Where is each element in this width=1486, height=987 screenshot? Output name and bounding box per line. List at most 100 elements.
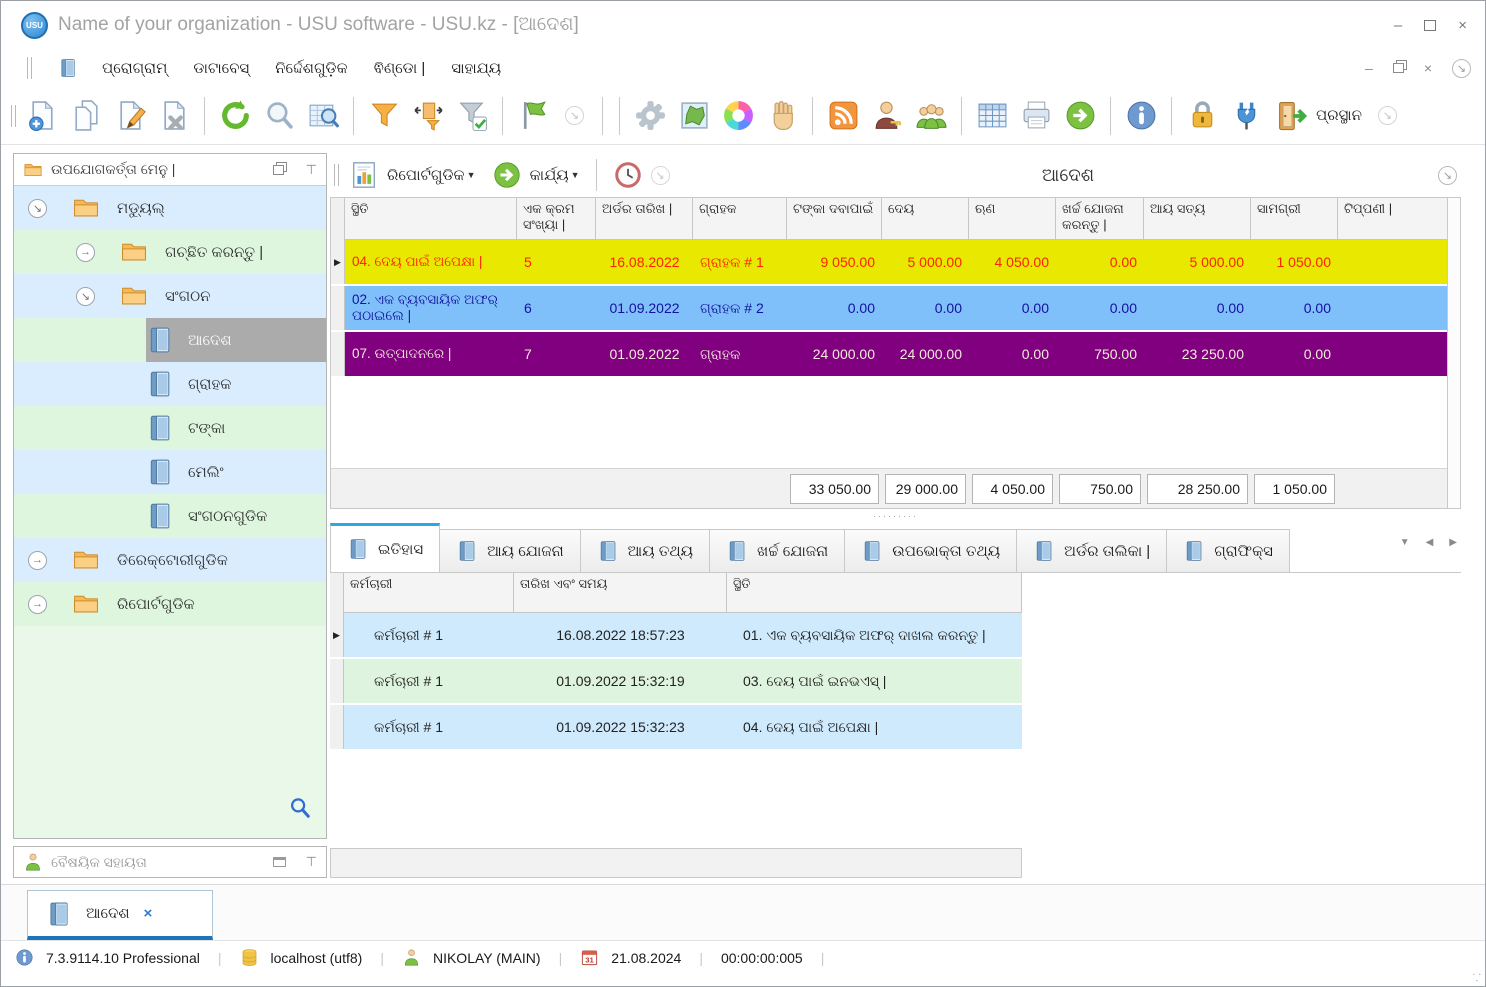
collapse-icon[interactable]: ↘ [76, 286, 95, 306]
collapse-icon[interactable]: ↘ [28, 198, 47, 218]
orders-cell[interactable]: 04. ଦେୟ ପାଇଁ ଅପେକ୍ଷା | [345, 240, 517, 284]
orders-cell[interactable]: 0.00 [1251, 286, 1338, 330]
menu-item-4[interactable]: ସାହାଯ୍ୟ [451, 60, 501, 77]
orders-cell[interactable]: 1 050.00 [1251, 240, 1338, 284]
history-row-1[interactable]: କର୍ମଚାରୀ # 1 01.09.2022 15:32:19 03. ଦେୟ ପ… [330, 659, 1461, 705]
info-button[interactable] [1121, 94, 1161, 138]
history-cell[interactable]: 01.09.2022 15:32:23 [514, 705, 727, 749]
actions-go-icon[interactable] [492, 160, 522, 190]
support-panel[interactable]: ବୈଷୟିକ ସହାୟତା ⊤ [13, 846, 327, 878]
history-col-header-0[interactable]: କର୍ମଚାରୀ [344, 573, 514, 613]
orders-col-header-10[interactable]: ଟିପ୍ପଣୀ | [1338, 198, 1448, 240]
expand-icon[interactable]: → [76, 242, 95, 262]
orders-col-header-0[interactable]: ସ୍ଥିତି [345, 198, 517, 240]
refresh-button[interactable] [215, 94, 255, 138]
mdi-restore-button[interactable] [1392, 63, 1404, 73]
history-row-2[interactable]: କର୍ମଚାରୀ # 1 01.09.2022 15:32:23 04. ଦେୟ ପ… [330, 705, 1461, 751]
page-tab-orders[interactable]: ଆଦେଶ × [27, 890, 213, 940]
support-window-icon[interactable] [272, 857, 286, 867]
timer-clock-icon[interactable] [613, 160, 643, 190]
hand-button[interactable] [762, 94, 802, 138]
menubar-drag-handle[interactable] [27, 57, 32, 79]
orders-cell[interactable]: 5 000.00 [882, 240, 969, 284]
orders-cell[interactable]: 0.00 [969, 286, 1056, 330]
history-col-header-1[interactable]: ତାରିଖ ଏବଂ ସମୟ [514, 573, 727, 613]
orders-cell[interactable]: 24 000.00 [882, 332, 969, 376]
orders-cell[interactable]: 4 050.00 [969, 240, 1056, 284]
orders-col-header-3[interactable]: ଗ୍ରାହକ [693, 198, 787, 240]
orders-cell[interactable]: 01.09.2022 [596, 332, 693, 376]
tree-item-4[interactable]: ଗ୍ରାହକ [14, 362, 326, 406]
panel-splitter[interactable]: ········· [330, 509, 1461, 523]
actions-dropdown[interactable]: କାର୍ଯ୍ୟ ▼ [530, 167, 580, 184]
orders-cell[interactable]: 07. ଉତ୍ପାଦନରେ | [345, 332, 517, 376]
detail-tab-3[interactable]: ଖର୍ଚ୍ଚ ଯୋଜନା [709, 529, 846, 572]
window-maximize-button[interactable] [1424, 19, 1437, 31]
doc-edit-button[interactable] [110, 94, 150, 138]
orders-col-header-6[interactable]: ଋଣ [969, 198, 1056, 240]
orders-cell[interactable]: 02. ଏକ ବ୍ୟବସାୟିକ ଅଫର୍ ପଠାଇଲେ | [345, 286, 517, 330]
orders-col-header-7[interactable]: ଖର୍ଚ୍ଚ ଯୋଜନା କରନ୍ତୁ | [1056, 198, 1144, 240]
orders-cell[interactable]: 0.00 [1056, 240, 1144, 284]
page-tab-close-icon[interactable]: × [144, 905, 153, 922]
doc-add-button[interactable] [22, 94, 62, 138]
toolbar-collapse-icon[interactable]: ↘ [650, 165, 670, 185]
tabs-scroll-left-icon[interactable]: ◀ [1426, 537, 1434, 548]
orders-cell[interactable]: ଗ୍ରାହକ # 1 [693, 240, 787, 284]
printer-button[interactable] [1016, 94, 1056, 138]
doc-copy-button[interactable] [66, 94, 106, 138]
orders-cell[interactable]: 9 050.00 [787, 240, 882, 284]
orders-cell[interactable]: 01.09.2022 [596, 286, 693, 330]
info-icon[interactable] [15, 948, 34, 967]
plug-button[interactable] [1226, 94, 1266, 138]
history-cell[interactable]: କର୍ମଚାରୀ # 1 [344, 659, 514, 703]
menu-item-0[interactable]: ପ୍ରୋଗ୍ରାମ୍ [102, 60, 167, 77]
orders-cell[interactable] [1338, 240, 1448, 284]
window-close-button[interactable]: × [1458, 17, 1467, 34]
toolbar-overflow-icon[interactable]: ↘ [1377, 106, 1397, 125]
orders-cell[interactable]: 24 000.00 [787, 332, 882, 376]
exit-button[interactable]: ପ୍ରସ୍ଥାନ [1270, 98, 1366, 134]
tree-item-9[interactable]: → ରିପୋର୍ଟଗୁଡିକ [14, 582, 326, 626]
toolbar-overflow-icon[interactable]: ↘ [565, 106, 584, 125]
orders-cell[interactable]: 7 [517, 332, 596, 376]
lock-button[interactable] [1182, 94, 1222, 138]
orders-cell[interactable]: 0.00 [1144, 286, 1251, 330]
orders-cell[interactable]: 16.08.2022 [596, 240, 693, 284]
orders-cell[interactable]: ଗ୍ରାହକ # 2 [693, 286, 787, 330]
filter-button[interactable] [364, 94, 404, 138]
detail-tab-6[interactable]: ଗ୍ରାଫିକ୍ସ [1166, 529, 1290, 572]
expand-icon[interactable]: → [28, 550, 47, 570]
palette-button[interactable] [718, 94, 758, 138]
table-search-button[interactable] [303, 94, 343, 138]
orders-cell[interactable]: 0.00 [882, 286, 969, 330]
tree-item-2[interactable]: ↘ ସଂଗଠନ [14, 274, 326, 318]
window-minimize-button[interactable]: – [1394, 17, 1402, 34]
tree-item-1[interactable]: → ଗଚ୍ଛିତ କରନ୍ତୁ | [14, 230, 326, 274]
users-button[interactable] [911, 94, 951, 138]
mdi-minimize-button[interactable]: – [1365, 60, 1373, 76]
orders-cell[interactable]: 0.00 [1056, 286, 1144, 330]
orders-col-header-8[interactable]: ଆୟ ସତ୍ୟ [1144, 198, 1251, 240]
detail-tab-2[interactable]: ଆୟ ତଥ୍ୟ [579, 529, 711, 572]
orders-cell[interactable]: 5 000.00 [1144, 240, 1251, 284]
history-cell[interactable]: କର୍ମଚାରୀ # 1 [344, 705, 514, 749]
tree-search-icon[interactable] [288, 796, 312, 824]
orders-col-header-9[interactable]: ସାମଗ୍ରୀ [1251, 198, 1338, 240]
tree-item-8[interactable]: → ଡିରେକ୍ଟୋରୀଗୁଡିକ [14, 538, 326, 582]
history-col-header-2[interactable]: ସ୍ଥିତି [727, 573, 1022, 613]
reports-dropdown[interactable]: ରିପୋର୍ଟଗୁଡିକ ▼ [387, 167, 476, 184]
gear-button[interactable] [630, 94, 670, 138]
filter-cols-button[interactable] [408, 94, 448, 138]
detail-tab-4[interactable]: ଉପଭୋକ୍ତା ତଥ୍ୟ [844, 529, 1018, 572]
history-row-0[interactable]: ▶ କର୍ମଚାରୀ # 1 16.08.2022 18:57:23 01. ଏକ ବ… [330, 613, 1461, 659]
history-cell[interactable]: 01.09.2022 15:32:19 [514, 659, 727, 703]
orders-col-header-4[interactable]: ଟଙ୍କା ଦବାପାଇଁ [787, 198, 882, 240]
tree-item-5[interactable]: ଟଙ୍କା [14, 406, 326, 450]
resize-grip-icon[interactable]: ⸪ [1473, 970, 1481, 984]
detail-tab-1[interactable]: ଆୟ ଯୋଜନା [439, 529, 581, 572]
orders-row-1[interactable]: 02. ଏକ ବ୍ୟବସାୟିକ ଅଫର୍ ପଠାଇଲେ | 6 01.09.202… [331, 286, 1448, 332]
history-cell[interactable]: 03. ଦେୟ ପାଇଁ ଇନଭଏସ୍ | [727, 659, 1022, 703]
orders-cell[interactable]: 0.00 [1251, 332, 1338, 376]
menu-item-3[interactable]: ଵିଣ୍ଡୋ | [374, 60, 426, 77]
